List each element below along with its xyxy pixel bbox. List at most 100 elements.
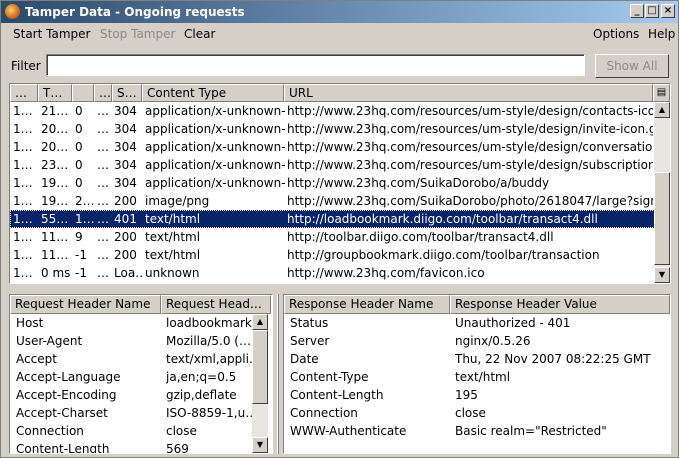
scroll-thumb[interactable] [252,330,268,404]
table-cell: 200 [114,230,137,244]
table-cell: application/x-unknown-… [145,158,285,172]
request-header-name-column[interactable]: Request Header Name [10,295,161,314]
table-cell: … [97,230,109,244]
table-cell: 0 ms [41,266,71,280]
table-row[interactable]: Accept-Language ja,en;q=0.5 [10,368,272,386]
table-cell: 195 [455,388,478,402]
response-header-name-column[interactable]: Response Header Name [284,295,450,314]
stop-tamper-menu[interactable]: Stop Tamper [100,27,175,41]
table-cell: 1… [13,140,33,154]
requests-scrollbar[interactable]: ▲ ▼ [654,102,670,283]
table-row[interactable]: 1… 11… -1 … 200 text/html http://groupbookmark… [10,246,655,264]
table-cell: 1… [13,266,33,280]
clear-menu[interactable]: Clear [184,27,215,41]
table-cell: application/x-unknown-… [145,104,285,118]
table-cell: http://www.23hq.com/resources/um-style/d… [287,140,653,154]
table-cell: Accept-Language [16,370,121,384]
scroll-thumb[interactable] [654,172,670,265]
requests-tree[interactable]: … T… … S… Content Type URL ▤ 1… 21… 0… 304 a… [9,83,671,284]
table-cell: http://groupbookmark.diigo.com/toolbar/t… [287,248,600,262]
requests-rows: 1… 21… 0… 304 application/x-unknown-… http://… [10,102,655,282]
table-cell: 1… [13,248,33,262]
table-cell: unknown [145,266,200,280]
table-row[interactable]: Content-Length 569 [10,440,272,453]
column-header[interactable]: … [94,84,112,102]
table-cell: 2… [75,194,95,208]
table-cell: Accept-Charset [16,406,108,420]
request-header-rows: Host loadbookmark… User-Agent Mozilla/5.0 (… [10,314,272,453]
table-row[interactable]: 1… 19… 0 … 304 application/x-unknown-… http://… [10,174,655,192]
scroll-up-icon[interactable]: ▲ [654,102,670,118]
table-row[interactable]: Accept text/xml,appli… [10,350,272,368]
table-cell: Accept [16,352,57,366]
column-header-url[interactable]: URL [284,84,653,102]
table-row[interactable]: Status Unauthorized - 401 [284,314,670,332]
response-headers-pane[interactable]: Response Header Name Response Header Val… [283,294,671,454]
column-header[interactable]: S… [112,84,142,102]
table-cell: text/html [145,230,201,244]
table-row[interactable]: 1… 20… 0 … 304 application/x-unknown-… http://… [10,120,655,138]
menu-bar: Start Tamper Stop Tamper Clear Options H… [1,23,678,45]
close-button[interactable]: × [661,4,675,18]
pane-splitter[interactable] [275,294,281,454]
table-cell: nginx/0.5.26 [455,334,531,348]
column-header[interactable]: T… [38,84,72,102]
help-menu[interactable]: Help [648,27,675,41]
table-cell: 304 [114,176,137,190]
table-cell: Unauthorized - 401 [455,316,571,330]
table-cell: ISO-8859-1,u… [166,406,252,420]
table-row[interactable]: 1… 11… 9 … 200 text/html http://toolbar.diigo.… [10,228,655,246]
scroll-up-icon[interactable]: ▲ [252,314,268,330]
options-menu[interactable]: Options [593,27,639,41]
table-row[interactable]: Server nginx/0.5.26 [284,332,670,350]
table-cell: http://loadbookmark.diigo.com/toolbar/tr… [287,212,598,226]
table-row[interactable]: User-Agent Mozilla/5.0 (… [10,332,272,350]
maximize-button[interactable]: □ [645,4,659,18]
table-row[interactable]: 1… 20… 0 … 304 application/x-unknown-… http://… [10,138,655,156]
filter-input[interactable] [46,54,585,76]
table-row[interactable]: Content-Length 195 [284,386,670,404]
table-cell: … [97,158,109,172]
firefox-icon [5,4,20,19]
minimize-button[interactable]: _ [630,4,644,18]
show-all-button[interactable]: Show All [595,54,669,78]
table-cell: … [97,122,109,136]
table-row[interactable]: WWW-Authenticate Basic realm="Restricted" [284,422,670,440]
table-row[interactable]: 1… 21… 0 … 304 application/x-unknown-… http://… [10,102,655,120]
table-row[interactable]: Content-Type text/html [284,368,670,386]
request-headers-scrollbar[interactable]: ▲ ▼ [252,314,268,453]
table-cell: gzip,deflate [166,388,237,402]
table-row[interactable]: 1… 55… 1…… 401 text/html http://loadbookmark.… [10,210,655,228]
request-header-value-column[interactable]: Request Head… [161,295,271,314]
start-tamper-menu[interactable]: Start Tamper [13,27,90,41]
table-cell: 1… [13,158,33,172]
table-cell: http://www.23hq.com/SuikaDorobo/a/buddy [287,176,550,190]
column-header-content-type[interactable]: Content Type [142,84,284,102]
table-cell: http://toolbar.diigo.com/toolbar/transac… [287,230,554,244]
table-cell: … [97,248,109,262]
scroll-down-icon[interactable]: ▼ [252,437,268,453]
table-row[interactable]: 1… 19… 2…… 200 image/png http://www.23hq.com/… [10,192,655,210]
splitter-grip[interactable] [277,294,279,454]
table-row[interactable]: Date Thu, 22 Nov 2007 08:22:25 GMT [284,350,670,368]
table-row[interactable]: 1… 23… 0 … 304 application/x-unknown-… http://… [10,156,655,174]
table-row[interactable]: Host loadbookmark… [10,314,272,332]
scroll-down-icon[interactable]: ▼ [654,267,670,283]
table-cell: 55… [41,212,69,226]
table-row[interactable]: Accept-Encoding gzip,deflate [10,386,272,404]
column-header[interactable]: … [10,84,38,102]
request-headers-pane[interactable]: Request Header Name Request Head… Host lo… [9,294,273,454]
table-row[interactable]: 1… 0 ms -1 … Loa…unknown http://www.23hq.com/… [10,264,655,282]
table-row[interactable]: Connection close [284,404,670,422]
table-cell: 1… [13,104,33,118]
column-header[interactable] [72,84,94,102]
table-cell: 1… [75,212,95,226]
table-row[interactable]: Accept-Charset ISO-8859-1,u… [10,404,272,422]
table-cell: 20… [41,140,69,154]
table-cell: 9 [75,230,83,244]
table-row[interactable]: Connection close [10,422,272,440]
table-cell: 304 [114,140,137,154]
table-cell: 11… [41,248,69,262]
response-header-value-column[interactable]: Response Header Value [450,295,670,314]
column-picker-icon[interactable]: ▤ [653,84,670,102]
